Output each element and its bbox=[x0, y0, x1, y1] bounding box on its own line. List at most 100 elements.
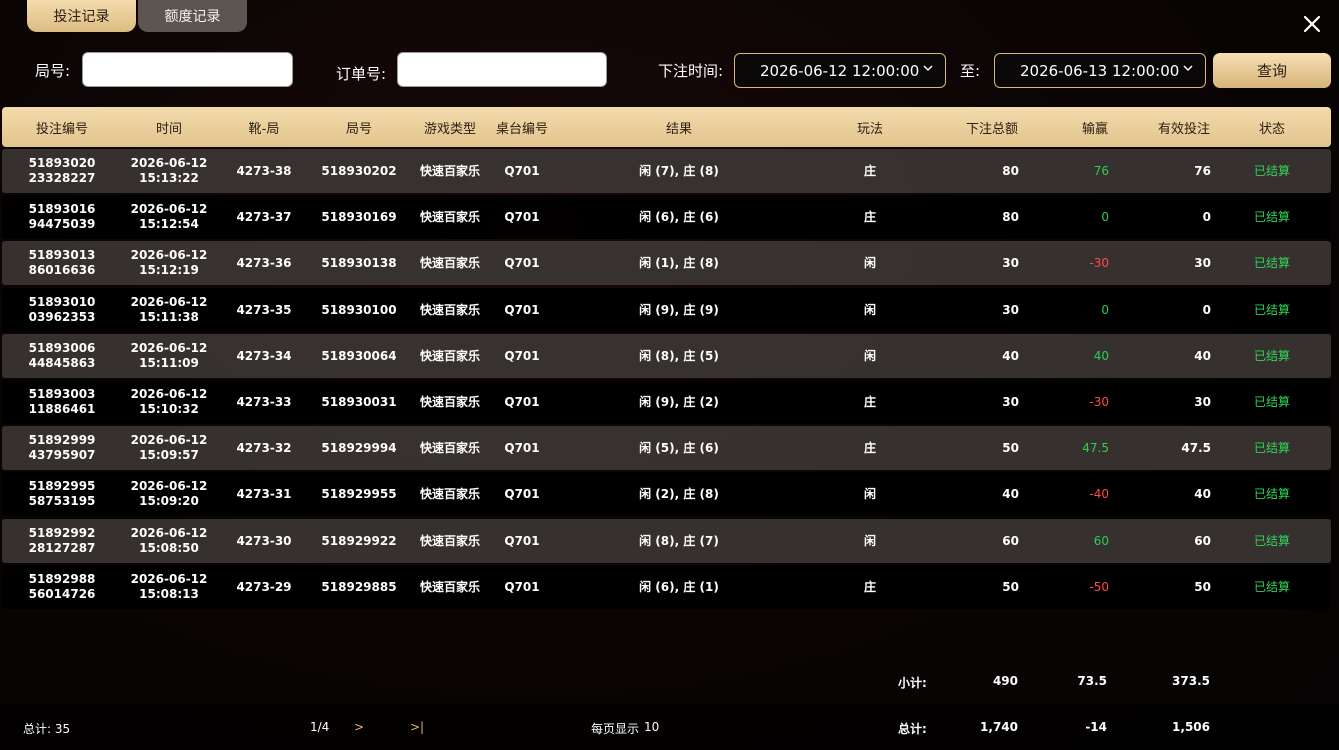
valid-bet-cell: 0 bbox=[1202, 302, 1211, 317]
end-time-select[interactable]: 2026-06-13 12:00:00 bbox=[994, 53, 1206, 88]
win-loss-cell: -30 bbox=[1089, 255, 1109, 270]
valid-bet-cell: 60 bbox=[1194, 533, 1211, 548]
col-time: 时间 bbox=[155, 121, 182, 137]
status-cell: 已结算 bbox=[1253, 486, 1290, 501]
next-page-button[interactable]: > bbox=[354, 720, 364, 734]
bet-total-cell: 30 bbox=[1002, 302, 1019, 317]
bet-id-part2: 86016636 bbox=[28, 263, 96, 277]
shoe-round-cell: 4273-29 bbox=[236, 579, 292, 594]
play-cell: 庄 bbox=[863, 163, 876, 178]
play-cell: 闲 bbox=[863, 302, 876, 317]
bet-total-cell: 40 bbox=[1002, 486, 1019, 501]
win-loss-cell: 76 bbox=[1093, 163, 1109, 178]
shoe-round-cell: 4273-38 bbox=[236, 163, 292, 178]
per-page-value[interactable]: 10 bbox=[644, 720, 659, 734]
valid-bet-cell: 50 bbox=[1194, 579, 1211, 594]
round-input[interactable] bbox=[82, 52, 293, 87]
table-no-cell: Q701 bbox=[504, 348, 540, 363]
status-cell: 已结算 bbox=[1253, 579, 1290, 594]
result-cell: 闲 (5), 庄 (6) bbox=[639, 440, 719, 455]
close-icon[interactable] bbox=[1299, 11, 1325, 37]
bet-id-part2: 56014726 bbox=[28, 587, 96, 601]
col-status: 状态 bbox=[1258, 121, 1285, 137]
col-bet-total: 下注总额 bbox=[965, 121, 1018, 137]
total-bet: 1,740 bbox=[980, 720, 1018, 734]
table-no-cell: Q701 bbox=[504, 209, 540, 224]
valid-bet-cell: 0 bbox=[1202, 209, 1211, 224]
bet-time: 15:11:38 bbox=[139, 310, 199, 324]
col-round-no: 局号 bbox=[345, 121, 372, 137]
bet-id-cell: 51893016 94475039 bbox=[22, 195, 102, 239]
round-no-cell: 518930064 bbox=[321, 348, 397, 363]
result-cell: 闲 (8), 庄 (7) bbox=[639, 533, 719, 548]
result-cell: 闲 (7), 庄 (8) bbox=[639, 163, 719, 178]
bet-total-cell: 80 bbox=[1002, 163, 1019, 178]
bet-id-part1: 51892999 bbox=[28, 433, 96, 447]
round-no-cell: 518929922 bbox=[321, 533, 397, 548]
bet-time: 15:13:22 bbox=[139, 171, 199, 185]
status-cell: 已结算 bbox=[1253, 533, 1290, 548]
play-cell: 庄 bbox=[863, 209, 876, 224]
bet-id-part2: 11886461 bbox=[28, 402, 96, 416]
col-win-loss: 输赢 bbox=[1081, 121, 1108, 137]
result-cell: 闲 (9), 庄 (2) bbox=[639, 394, 719, 409]
table-row: 51892992 28127287 2026-06-12 15:08:50 4273-3… bbox=[2, 519, 1331, 563]
win-loss-cell: 0 bbox=[1101, 209, 1109, 224]
play-cell: 闲 bbox=[863, 255, 876, 270]
bet-id-part1: 51893013 bbox=[28, 248, 96, 262]
table-no-cell: Q701 bbox=[504, 163, 540, 178]
bet-id-part2: 03962353 bbox=[28, 310, 96, 324]
bet-id-part2: 58753195 bbox=[28, 494, 96, 508]
status-cell: 已结算 bbox=[1253, 302, 1290, 317]
subtotal-win: 73.5 bbox=[1077, 674, 1107, 688]
bet-time: 15:11:09 bbox=[139, 356, 199, 370]
tab-bet-records[interactable]: 投注记录 bbox=[27, 0, 136, 32]
chevron-down-icon bbox=[1183, 65, 1193, 72]
table-header: 投注编号 时间 靴-局 局号 游戏类型 桌台编号 结果 玩法 下注总额 输赢 有… bbox=[2, 107, 1331, 147]
win-loss-cell: -40 bbox=[1089, 486, 1109, 501]
time-cell: 2026-06-12 15:09:57 bbox=[129, 426, 209, 470]
valid-bet-cell: 47.5 bbox=[1181, 440, 1211, 455]
start-time-select[interactable]: 2026-06-12 12:00:00 bbox=[734, 53, 946, 88]
bet-id-part1: 51893010 bbox=[28, 295, 96, 309]
win-loss-cell: 0 bbox=[1101, 302, 1109, 317]
game-type-cell: 快速百家乐 bbox=[419, 348, 480, 363]
win-loss-cell: 60 bbox=[1093, 533, 1109, 548]
status-cell: 已结算 bbox=[1253, 348, 1290, 363]
table-no-cell: Q701 bbox=[504, 302, 540, 317]
last-page-button[interactable]: >| bbox=[410, 720, 424, 734]
bet-time: 15:10:32 bbox=[139, 402, 199, 416]
time-cell: 2026-06-12 15:10:32 bbox=[129, 380, 209, 424]
win-loss-cell: -30 bbox=[1089, 394, 1109, 409]
shoe-round-cell: 4273-36 bbox=[236, 255, 292, 270]
bet-time: 15:08:13 bbox=[139, 587, 199, 601]
result-cell: 闲 (6), 庄 (6) bbox=[639, 209, 719, 224]
bet-id-part1: 51893003 bbox=[28, 387, 96, 401]
bet-total-cell: 80 bbox=[1002, 209, 1019, 224]
valid-bet-cell: 40 bbox=[1194, 486, 1211, 501]
bet-id-cell: 51893013 86016636 bbox=[22, 241, 102, 285]
col-game-type: 游戏类型 bbox=[423, 121, 476, 137]
bet-id-part1: 51892992 bbox=[28, 526, 96, 540]
round-no-cell: 518930031 bbox=[321, 394, 397, 409]
bet-total-cell: 60 bbox=[1002, 533, 1019, 548]
bet-id-part2: 44845863 bbox=[28, 356, 96, 370]
table-row: 51893013 86016636 2026-06-12 15:12:19 4273-3… bbox=[2, 241, 1331, 285]
table-row: 51892995 58753195 2026-06-12 15:09:20 4273-3… bbox=[2, 472, 1331, 516]
status-cell: 已结算 bbox=[1253, 440, 1290, 455]
time-cell: 2026-06-12 15:11:09 bbox=[129, 334, 209, 378]
table-no-cell: Q701 bbox=[504, 255, 540, 270]
game-type-cell: 快速百家乐 bbox=[419, 163, 480, 178]
bet-date: 2026-06-12 bbox=[130, 341, 208, 355]
col-shoe-round: 靴-局 bbox=[248, 121, 280, 137]
bet-id-part1: 51892988 bbox=[28, 572, 96, 586]
table-no-cell: Q701 bbox=[504, 533, 540, 548]
bet-total-cell: 30 bbox=[1002, 255, 1019, 270]
order-input[interactable] bbox=[397, 52, 607, 87]
shoe-round-cell: 4273-35 bbox=[236, 302, 292, 317]
table-row: 51893016 94475039 2026-06-12 15:12:54 4273-3… bbox=[2, 195, 1331, 239]
page-indicator: 1/4 bbox=[310, 720, 330, 734]
query-button[interactable]: 查询 bbox=[1213, 53, 1331, 88]
tab-credit-records[interactable]: 额度记录 bbox=[138, 0, 247, 32]
table-row: 51892999 43795907 2026-06-12 15:09:57 4273-3… bbox=[2, 426, 1331, 470]
